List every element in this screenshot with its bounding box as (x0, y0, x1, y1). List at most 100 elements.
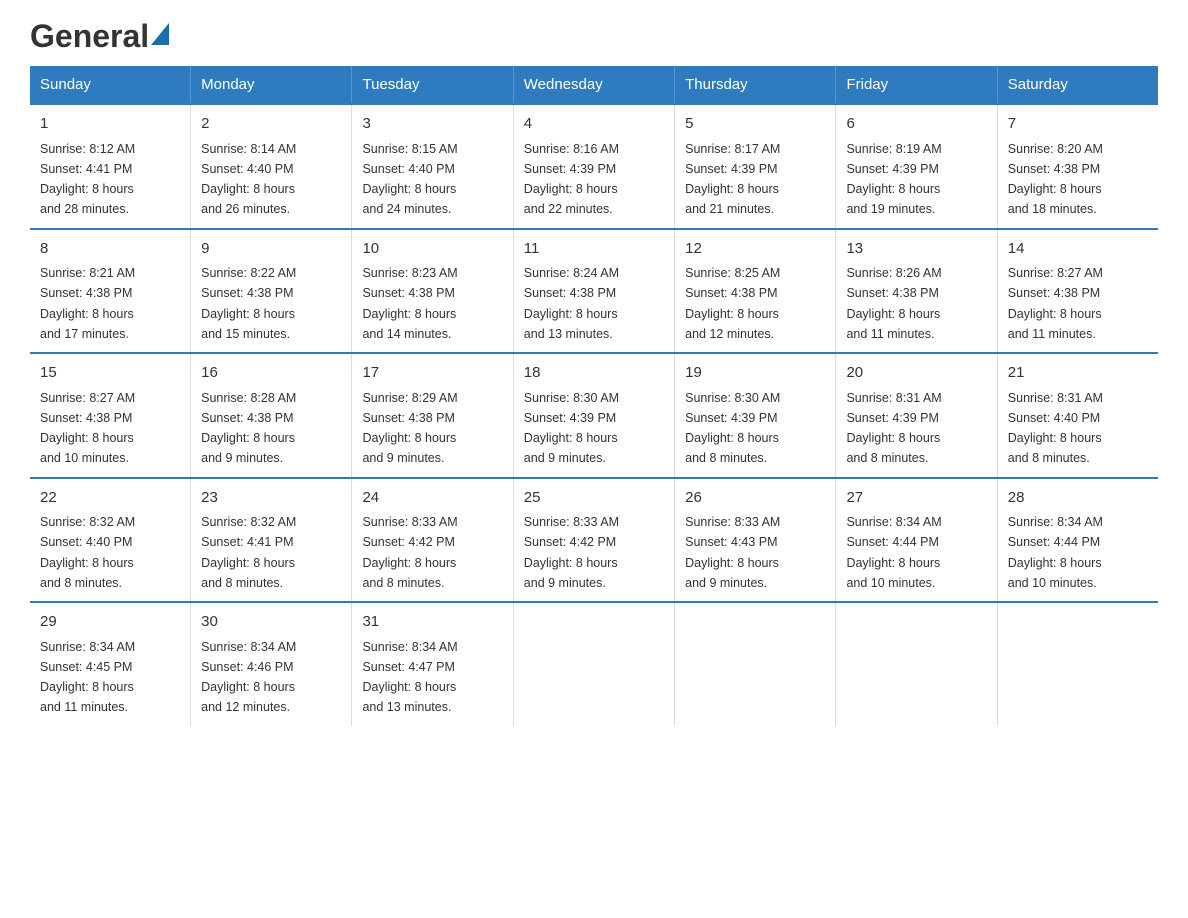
day-info: Sunrise: 8:17 AMSunset: 4:39 PMDaylight:… (685, 142, 780, 217)
day-info: Sunrise: 8:33 AMSunset: 4:42 PMDaylight:… (362, 515, 457, 590)
day-number: 16 (201, 362, 341, 385)
day-info: Sunrise: 8:23 AMSunset: 4:38 PMDaylight:… (362, 266, 457, 341)
day-info: Sunrise: 8:31 AMSunset: 4:39 PMDaylight:… (846, 391, 941, 466)
day-number: 13 (846, 238, 986, 261)
calendar-cell: 4 Sunrise: 8:16 AMSunset: 4:39 PMDaylight… (513, 104, 674, 229)
calendar-cell: 25 Sunrise: 8:33 AMSunset: 4:42 PMDayligh… (513, 478, 674, 603)
column-header-saturday: Saturday (997, 66, 1158, 104)
day-info: Sunrise: 8:29 AMSunset: 4:38 PMDaylight:… (362, 391, 457, 466)
calendar-cell: 22 Sunrise: 8:32 AMSunset: 4:40 PMDayligh… (30, 478, 191, 603)
day-number: 20 (846, 362, 986, 385)
day-info: Sunrise: 8:30 AMSunset: 4:39 PMDaylight:… (685, 391, 780, 466)
day-info: Sunrise: 8:28 AMSunset: 4:38 PMDaylight:… (201, 391, 296, 466)
calendar-cell: 28 Sunrise: 8:34 AMSunset: 4:44 PMDayligh… (997, 478, 1158, 603)
day-info: Sunrise: 8:26 AMSunset: 4:38 PMDaylight:… (846, 266, 941, 341)
calendar-cell: 18 Sunrise: 8:30 AMSunset: 4:39 PMDayligh… (513, 353, 674, 478)
calendar-week-row: 15Sunrise: 8:27 AMSunset: 4:38 PMDayligh… (30, 353, 1158, 478)
day-number: 19 (685, 362, 825, 385)
day-number: 27 (846, 487, 986, 510)
day-info: Sunrise: 8:33 AMSunset: 4:43 PMDaylight:… (685, 515, 780, 590)
calendar-cell (675, 602, 836, 726)
day-info: Sunrise: 8:15 AMSunset: 4:40 PMDaylight:… (362, 142, 457, 217)
day-info: Sunrise: 8:21 AMSunset: 4:38 PMDaylight:… (40, 266, 135, 341)
day-info: Sunrise: 8:30 AMSunset: 4:39 PMDaylight:… (524, 391, 619, 466)
day-number: 5 (685, 113, 825, 136)
calendar-cell: 11 Sunrise: 8:24 AMSunset: 4:38 PMDayligh… (513, 229, 674, 354)
day-number: 25 (524, 487, 664, 510)
day-info: Sunrise: 8:24 AMSunset: 4:38 PMDaylight:… (524, 266, 619, 341)
day-info: Sunrise: 8:34 AMSunset: 4:46 PMDaylight:… (201, 640, 296, 715)
day-number: 3 (362, 113, 502, 136)
logo: General (30, 20, 170, 46)
day-info: Sunrise: 8:12 AMSunset: 4:41 PMDaylight:… (40, 142, 135, 217)
day-number: 7 (1008, 113, 1148, 136)
calendar-cell: 21 Sunrise: 8:31 AMSunset: 4:40 PMDayligh… (997, 353, 1158, 478)
day-number: 23 (201, 487, 341, 510)
calendar-cell: 20 Sunrise: 8:31 AMSunset: 4:39 PMDayligh… (836, 353, 997, 478)
day-info: Sunrise: 8:20 AMSunset: 4:38 PMDaylight:… (1008, 142, 1103, 217)
logo-general-text: General (30, 20, 149, 52)
day-number: 2 (201, 113, 341, 136)
day-info: Sunrise: 8:27 AMSunset: 4:38 PMDaylight:… (40, 391, 135, 466)
calendar-cell: 14 Sunrise: 8:27 AMSunset: 4:38 PMDayligh… (997, 229, 1158, 354)
day-number: 21 (1008, 362, 1148, 385)
calendar-cell: 16 Sunrise: 8:28 AMSunset: 4:38 PMDayligh… (191, 353, 352, 478)
day-number: 17 (362, 362, 502, 385)
calendar-cell: 7 Sunrise: 8:20 AMSunset: 4:38 PMDaylight… (997, 104, 1158, 229)
day-info: Sunrise: 8:16 AMSunset: 4:39 PMDaylight:… (524, 142, 619, 217)
day-info: Sunrise: 8:32 AMSunset: 4:40 PMDaylight:… (40, 515, 135, 590)
day-info: Sunrise: 8:27 AMSunset: 4:38 PMDaylight:… (1008, 266, 1103, 341)
calendar-cell: 27Sunrise: 8:34 AMSunset: 4:44 PMDayligh… (836, 478, 997, 603)
day-number: 18 (524, 362, 664, 385)
calendar-cell: 13 Sunrise: 8:26 AMSunset: 4:38 PMDayligh… (836, 229, 997, 354)
column-header-monday: Monday (191, 66, 352, 104)
day-info: Sunrise: 8:22 AMSunset: 4:38 PMDaylight:… (201, 266, 296, 341)
calendar-cell: 30 Sunrise: 8:34 AMSunset: 4:46 PMDayligh… (191, 602, 352, 726)
day-number: 28 (1008, 487, 1148, 510)
day-info: Sunrise: 8:34 AMSunset: 4:44 PMDaylight:… (1008, 515, 1103, 590)
calendar-cell: 15Sunrise: 8:27 AMSunset: 4:38 PMDayligh… (30, 353, 191, 478)
calendar-cell: 26 Sunrise: 8:33 AMSunset: 4:43 PMDayligh… (675, 478, 836, 603)
calendar-week-row: 1 Sunrise: 8:12 AMSunset: 4:41 PMDaylight… (30, 104, 1158, 229)
day-number: 30 (201, 611, 341, 634)
day-number: 12 (685, 238, 825, 261)
calendar-cell: 31 Sunrise: 8:34 AMSunset: 4:47 PMDayligh… (352, 602, 513, 726)
calendar-week-row: 22 Sunrise: 8:32 AMSunset: 4:40 PMDayligh… (30, 478, 1158, 603)
day-info: Sunrise: 8:34 AMSunset: 4:45 PMDaylight:… (40, 640, 135, 715)
calendar-cell: 12Sunrise: 8:25 AMSunset: 4:38 PMDayligh… (675, 229, 836, 354)
calendar-cell: 17 Sunrise: 8:29 AMSunset: 4:38 PMDayligh… (352, 353, 513, 478)
day-number: 11 (524, 238, 664, 261)
calendar-cell: 3 Sunrise: 8:15 AMSunset: 4:40 PMDaylight… (352, 104, 513, 229)
calendar-table: SundayMondayTuesdayWednesdayThursdayFrid… (30, 66, 1158, 726)
day-number: 14 (1008, 238, 1148, 261)
day-number: 24 (362, 487, 502, 510)
calendar-cell: 24 Sunrise: 8:33 AMSunset: 4:42 PMDayligh… (352, 478, 513, 603)
calendar-cell: 23 Sunrise: 8:32 AMSunset: 4:41 PMDayligh… (191, 478, 352, 603)
day-number: 10 (362, 238, 502, 261)
day-number: 31 (362, 611, 502, 634)
calendar-cell (997, 602, 1158, 726)
day-number: 4 (524, 113, 664, 136)
calendar-cell: 5 Sunrise: 8:17 AMSunset: 4:39 PMDaylight… (675, 104, 836, 229)
day-number: 29 (40, 611, 180, 634)
calendar-cell: 19 Sunrise: 8:30 AMSunset: 4:39 PMDayligh… (675, 353, 836, 478)
column-header-friday: Friday (836, 66, 997, 104)
day-number: 8 (40, 238, 180, 261)
day-info: Sunrise: 8:34 AMSunset: 4:47 PMDaylight:… (362, 640, 457, 715)
calendar-cell: 1 Sunrise: 8:12 AMSunset: 4:41 PMDaylight… (30, 104, 191, 229)
calendar-cell: 10 Sunrise: 8:23 AMSunset: 4:38 PMDayligh… (352, 229, 513, 354)
calendar-cell: 6Sunrise: 8:19 AMSunset: 4:39 PMDaylight… (836, 104, 997, 229)
calendar-cell: 9Sunrise: 8:22 AMSunset: 4:38 PMDaylight… (191, 229, 352, 354)
day-info: Sunrise: 8:31 AMSunset: 4:40 PMDaylight:… (1008, 391, 1103, 466)
day-info: Sunrise: 8:32 AMSunset: 4:41 PMDaylight:… (201, 515, 296, 590)
day-number: 1 (40, 113, 180, 136)
calendar-cell: 8 Sunrise: 8:21 AMSunset: 4:38 PMDaylight… (30, 229, 191, 354)
day-info: Sunrise: 8:33 AMSunset: 4:42 PMDaylight:… (524, 515, 619, 590)
day-number: 26 (685, 487, 825, 510)
calendar-week-row: 8 Sunrise: 8:21 AMSunset: 4:38 PMDaylight… (30, 229, 1158, 354)
calendar-header-row: SundayMondayTuesdayWednesdayThursdayFrid… (30, 66, 1158, 104)
day-info: Sunrise: 8:14 AMSunset: 4:40 PMDaylight:… (201, 142, 296, 217)
calendar-week-row: 29 Sunrise: 8:34 AMSunset: 4:45 PMDayligh… (30, 602, 1158, 726)
calendar-cell: 2 Sunrise: 8:14 AMSunset: 4:40 PMDaylight… (191, 104, 352, 229)
day-number: 22 (40, 487, 180, 510)
